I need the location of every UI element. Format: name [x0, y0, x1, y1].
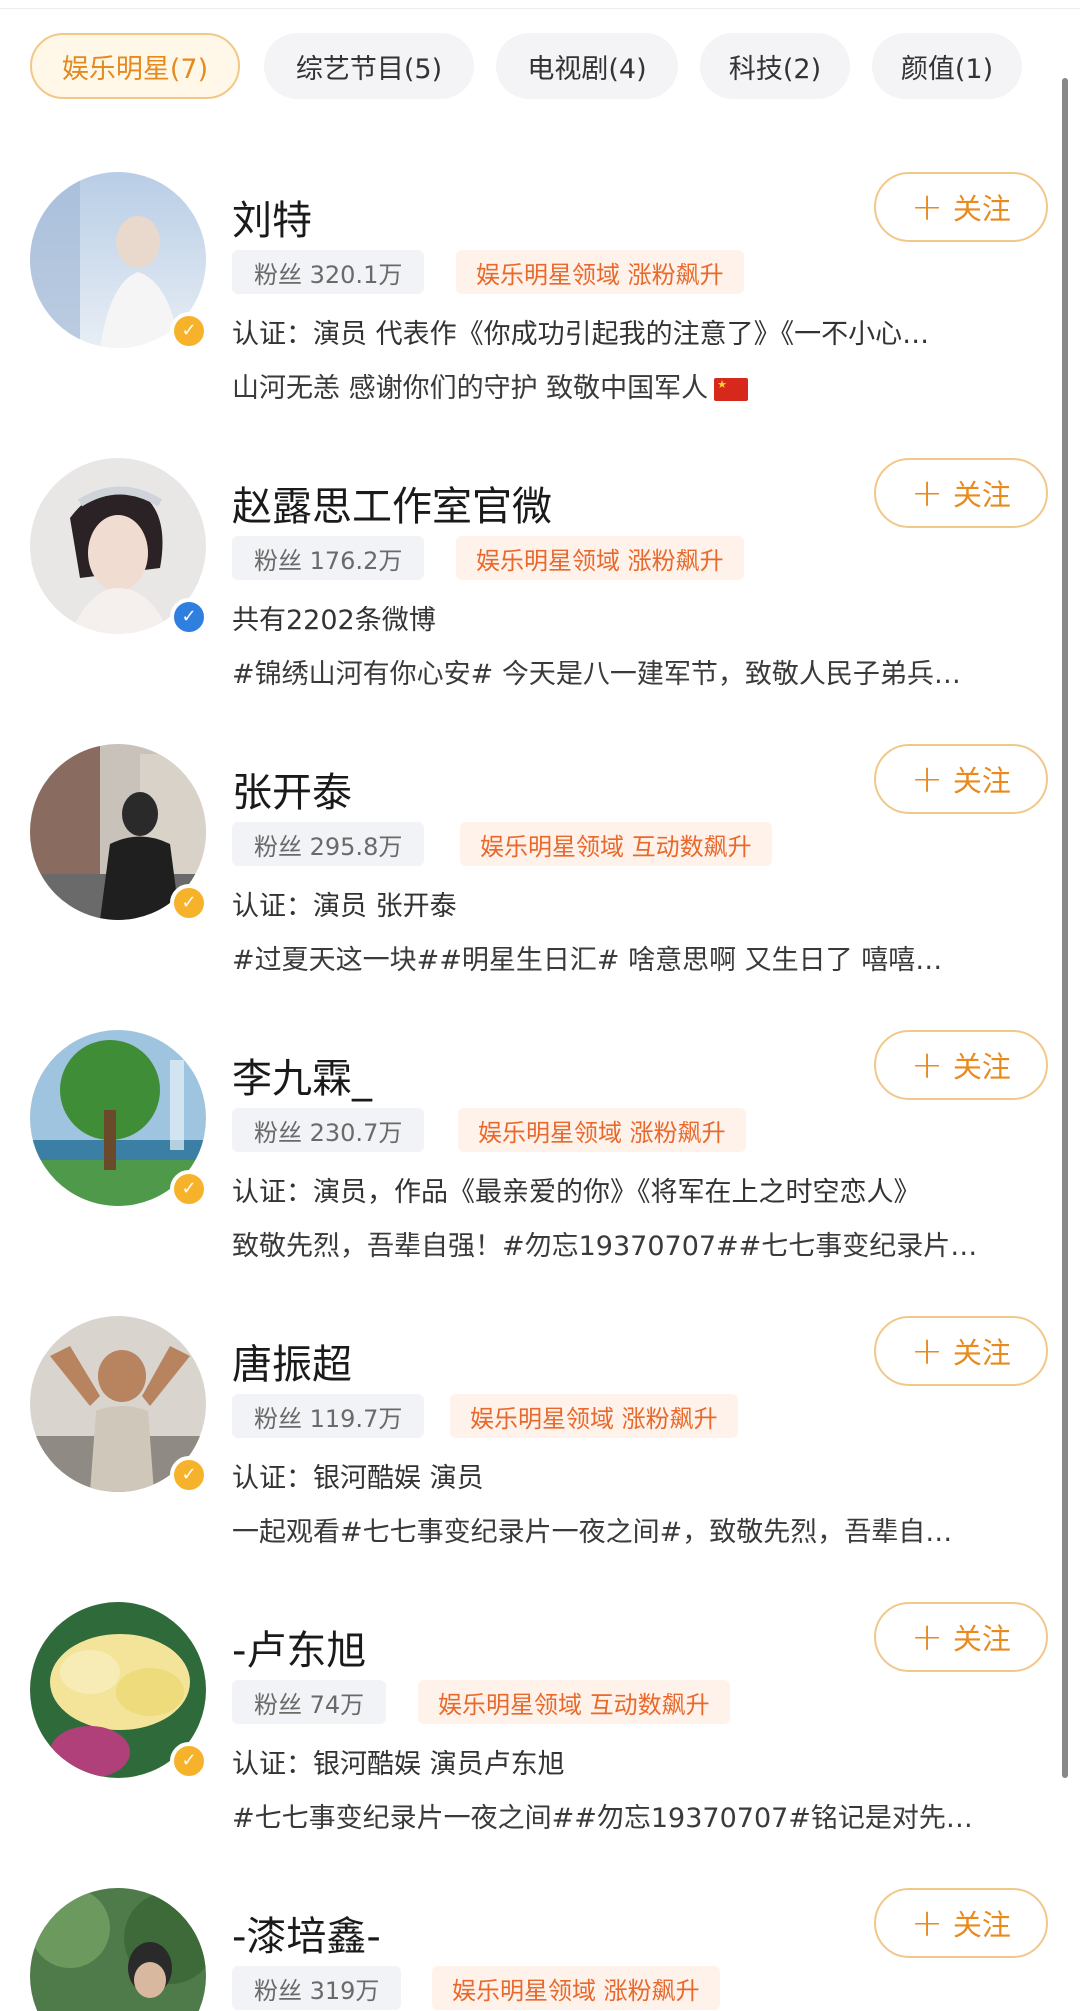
avatar[interactable]	[30, 1888, 206, 2011]
latest-post-text: 一起观看#七七事变纪录片一夜之间#，致敬先烈，吾辈自…	[232, 1517, 953, 1548]
tab-technology[interactable]: 科技(2)	[700, 33, 850, 99]
user-name[interactable]: 张开泰	[232, 760, 352, 818]
fans-count: 粉丝 74万	[232, 1680, 387, 1724]
verified-badge-icon: ✓	[170, 1742, 208, 1780]
trend-tag: 娱乐明星领域 涨粉飙升	[456, 250, 744, 294]
fans-count: 粉丝 119.7万	[232, 1394, 425, 1438]
user-name[interactable]: -卢东旭	[232, 1618, 366, 1676]
follow-button[interactable]: + 关注	[874, 1316, 1048, 1386]
list-item[interactable]: ✓ 唐振超 粉丝 119.7万 娱乐明星领域 涨粉飙升 认证：银河酷娱 演员 一…	[0, 1316, 1080, 1602]
latest-post-text: 致敬先烈，吾辈自强！#勿忘19370707##七七事变纪录片…	[232, 1231, 978, 1262]
fans-count: 粉丝 295.8万	[232, 822, 425, 866]
fans-count: 粉丝 176.2万	[232, 536, 425, 580]
plus-icon: +	[911, 757, 943, 801]
list-item[interactable]: -漆培鑫- 粉丝 319万 娱乐明星领域 涨粉飙升 + 关注	[0, 1888, 1080, 2011]
verification-text: 认证：银河酷娱 演员卢东旭	[232, 1749, 565, 1780]
follow-button[interactable]: + 关注	[874, 1602, 1048, 1672]
user-name[interactable]: 刘特	[232, 188, 312, 246]
trend-tag: 娱乐明星领域 涨粉飙升	[458, 1108, 746, 1152]
plus-icon: +	[911, 1615, 943, 1659]
verification-text: 认证：演员 代表作《你成功引起我的注意了》《一不小心…	[232, 319, 930, 350]
list-item[interactable]: ✓ -卢东旭 粉丝 74万 娱乐明星领域 互动数飙升 认证：银河酷娱 演员卢东旭…	[0, 1602, 1080, 1888]
avatar[interactable]: ✓	[30, 1316, 208, 1494]
tab-tv-drama[interactable]: 电视剧(4)	[496, 33, 678, 99]
verified-badge-icon: ✓	[170, 884, 208, 922]
tab-entertainment[interactable]: 娱乐明星(7)	[30, 33, 240, 99]
fans-count: 粉丝 320.1万	[232, 250, 425, 294]
list-item[interactable]: ✓ 李九霖_ 粉丝 230.7万 娱乐明星领域 涨粉飙升 认证：演员，作品《最亲…	[0, 1030, 1080, 1316]
category-tabs: 娱乐明星(7) 综艺节目(5) 电视剧(4) 科技(2) 颜值(1)	[0, 33, 1080, 99]
tab-variety[interactable]: 综艺节目(5)	[264, 33, 474, 99]
verified-badge-icon: ✓	[170, 1456, 208, 1494]
trend-tag: 娱乐明星领域 互动数飙升	[418, 1680, 730, 1724]
user-name[interactable]: 唐振超	[232, 1332, 352, 1390]
follow-button[interactable]: + 关注	[874, 458, 1048, 528]
latest-post-text: 山河无恙 感谢你们的守护 致敬中国军人	[232, 366, 749, 405]
trend-tag: 娱乐明星领域 涨粉飙升	[432, 1966, 720, 2010]
user-name[interactable]: 赵露思工作室官微	[232, 474, 552, 532]
latest-post-text: #锦绣山河有你心安# 今天是八一建军节，致敬人民子弟兵…	[232, 659, 961, 690]
verification-text: 认证：演员 张开泰	[232, 891, 457, 922]
follow-button[interactable]: + 关注	[874, 172, 1048, 242]
avatar[interactable]: ✓	[30, 1030, 208, 1208]
follow-button[interactable]: + 关注	[874, 1030, 1048, 1100]
trend-tag: 娱乐明星领域 涨粉飙升	[450, 1394, 738, 1438]
plus-icon: +	[911, 471, 943, 515]
avatar[interactable]: ✓	[30, 172, 208, 350]
list-item[interactable]: ✓ 刘特 粉丝 320.1万 娱乐明星领域 涨粉飙升 认证：演员 代表作《你成功…	[0, 172, 1080, 458]
verified-badge-icon: ✓	[170, 312, 208, 350]
user-name[interactable]: 李九霖_	[232, 1046, 372, 1104]
latest-post-text: #过夏天这一块##明星生日汇# 啥意思啊 又生日了 嘻嘻…	[232, 945, 943, 976]
avatar[interactable]: ✓	[30, 1602, 208, 1780]
avatar[interactable]: ✓	[30, 458, 208, 636]
avatar[interactable]: ✓	[30, 744, 208, 922]
post-count-text: 共有2202条微博	[232, 605, 436, 636]
verification-text: 认证：银河酷娱 演员	[232, 1463, 484, 1494]
list-item[interactable]: ✓ 张开泰 粉丝 295.8万 娱乐明星领域 互动数飙升 认证：演员 张开泰 #…	[0, 744, 1080, 1030]
trend-tag: 娱乐明星领域 涨粉飙升	[456, 536, 744, 580]
plus-icon: +	[911, 1043, 943, 1087]
verified-badge-icon: ✓	[170, 598, 208, 636]
latest-post-text: #七七事变纪录片一夜之间##勿忘19370707#铭记是对先…	[232, 1803, 973, 1834]
plus-icon: +	[911, 1901, 943, 1945]
follow-button[interactable]: + 关注	[874, 744, 1048, 814]
follow-button[interactable]: + 关注	[874, 1888, 1048, 1958]
trend-tag: 娱乐明星领域 互动数飙升	[460, 822, 772, 866]
verification-text: 认证：演员，作品《最亲爱的你》《将军在上之时空恋人》	[232, 1177, 921, 1208]
fans-count: 粉丝 319万	[232, 1966, 402, 2010]
fans-count: 粉丝 230.7万	[232, 1108, 425, 1152]
verified-badge-icon: ✓	[170, 1170, 208, 1208]
user-name[interactable]: -漆培鑫-	[232, 1904, 381, 1962]
china-flag-icon	[714, 378, 749, 401]
tab-appearance[interactable]: 颜值(1)	[872, 33, 1022, 99]
top-divider	[0, 0, 1080, 9]
list-item[interactable]: ✓ 赵露思工作室官微 粉丝 176.2万 娱乐明星领域 涨粉飙升 共有2202条…	[0, 458, 1080, 744]
plus-icon: +	[911, 185, 943, 229]
plus-icon: +	[911, 1329, 943, 1373]
